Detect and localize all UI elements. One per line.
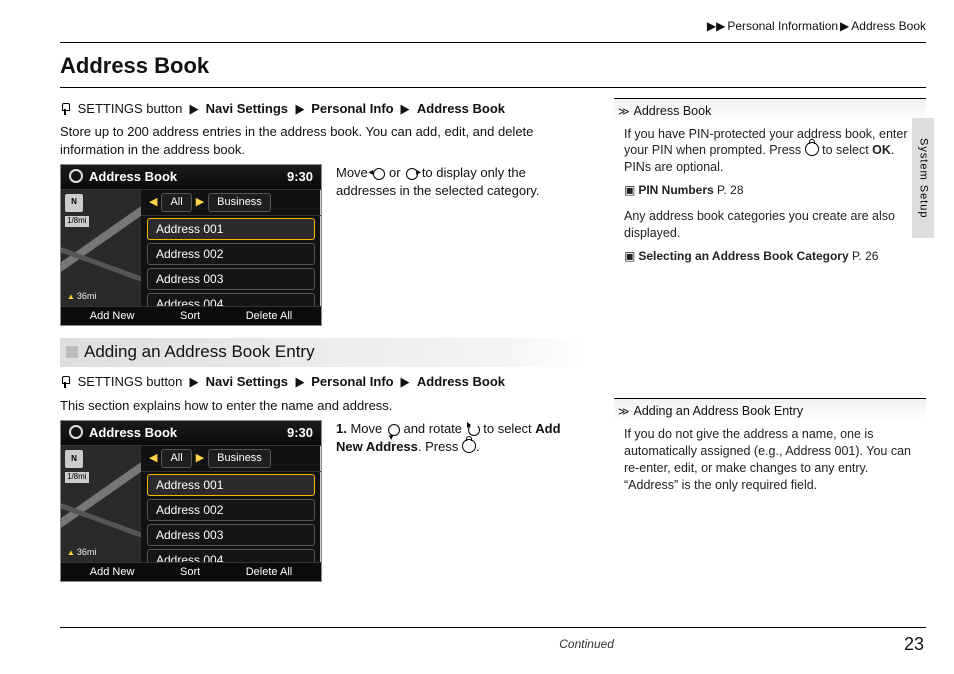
compass-icon: N (65, 450, 83, 468)
chevron-icon: ▶ (401, 373, 410, 391)
delete-all-button: Delete All (246, 565, 292, 580)
note-icon: ≫ (618, 405, 630, 420)
delete-all-button: Delete All (246, 309, 292, 324)
square-bullet-icon (66, 346, 78, 358)
list-item: Address 003 (147, 268, 315, 290)
note-heading-adding-entry: ≫Adding an Address Book Entry (614, 398, 926, 422)
sort-button: Sort (180, 309, 200, 324)
settings-path: SETTINGS button ▶ Navi Settings ▶ Person… (60, 373, 588, 391)
compass-icon: N (65, 194, 83, 212)
note-icon: ≫ (618, 105, 630, 120)
move-tip: Move or to display only the addresses in… (336, 164, 588, 326)
settings-button-icon (60, 103, 70, 115)
list-item: Address 002 (147, 499, 315, 521)
clock: 9:30 (287, 424, 313, 442)
xref-pin-numbers: ▣PIN Numbers P. 28 (624, 182, 924, 198)
list-item: Address 002 (147, 243, 315, 265)
chevron-icon: ▶ (295, 100, 304, 118)
chevron-icon: ▶ (190, 100, 199, 118)
breadcrumb: ▶▶Personal Information▶Address Book (705, 18, 926, 34)
arrow-left-icon: ◀ (149, 451, 157, 466)
breadcrumb-seg: Personal Information (727, 19, 838, 33)
intro-paragraph: Store up to 200 address entries in the a… (60, 123, 588, 158)
list-item: Address 003 (147, 524, 315, 546)
list-item: Address 004 (147, 549, 315, 562)
chevron-icon: ▶ (295, 373, 304, 391)
map-thumbnail: N 1/8mi 36mi (61, 446, 141, 562)
chevron-icon: ▶ (840, 18, 849, 34)
nav-screenshot: Address Book 9:30 N 1/8mi 36mi (60, 420, 322, 582)
breadcrumb-seg: Address Book (851, 19, 926, 33)
link-icon: ▣ (624, 183, 635, 197)
clock: 9:30 (287, 168, 313, 186)
arrow-left-icon: ◀ (149, 195, 157, 210)
list-item: Address 001 (147, 218, 315, 240)
dial-left-icon (371, 167, 385, 179)
link-icon: ▣ (624, 249, 635, 263)
press-icon (462, 439, 476, 453)
sort-button: Sort (180, 565, 200, 580)
settings-button-icon (60, 376, 70, 388)
chevron-icon: ▶ (401, 100, 410, 118)
note-body: If you have PIN-protected your address b… (614, 122, 926, 269)
note-heading-address-book: ≫Address Book (614, 98, 926, 122)
add-new-button: Add New (90, 565, 135, 580)
category-tabs: ◀ All ▶ Business (141, 446, 321, 472)
list-item: Address 001 (147, 474, 315, 496)
arrow-right-icon: ▶ (196, 451, 204, 466)
dial-right-icon (404, 167, 418, 179)
address-list: Address 001 Address 002 Address 003 Addr… (141, 216, 321, 306)
settings-path: SETTINGS button ▶ Navi Settings ▶ Person… (60, 100, 588, 118)
category-tabs: ◀ All ▶ Business (141, 190, 321, 216)
note-body: If you do not give the address a name, o… (614, 422, 926, 498)
gear-icon (69, 425, 83, 439)
arrow-right-icon: ▶ (196, 195, 204, 210)
press-icon (805, 142, 819, 156)
list-item: Address 004 (147, 293, 315, 306)
dial-rotate-icon (466, 423, 480, 435)
chevron-icon: ▶▶ (707, 18, 725, 34)
subheading-adding-entry: Adding an Address Book Entry (60, 338, 588, 367)
step-1: 1. Move and rotate to select Add New Add… (336, 420, 588, 582)
sub-intro: This section explains how to enter the n… (60, 397, 588, 415)
dial-down-icon (386, 423, 400, 435)
add-new-button: Add New (90, 309, 135, 324)
page-title: Address Book (60, 51, 926, 81)
gear-icon (69, 169, 83, 183)
continued-label: Continued (559, 636, 614, 652)
chevron-icon: ▶ (190, 373, 199, 391)
nav-screenshot: Address Book 9:30 N 1/8mi 36mi (60, 164, 322, 326)
map-thumbnail: N 1/8mi 36mi (61, 190, 141, 306)
page-number: 23 (904, 632, 926, 656)
xref-selecting-category: ▣Selecting an Address Book Category P. 2… (624, 248, 924, 264)
address-list: Address 001 Address 002 Address 003 Addr… (141, 472, 321, 562)
section-tab-system-setup: System Setup (912, 118, 934, 238)
